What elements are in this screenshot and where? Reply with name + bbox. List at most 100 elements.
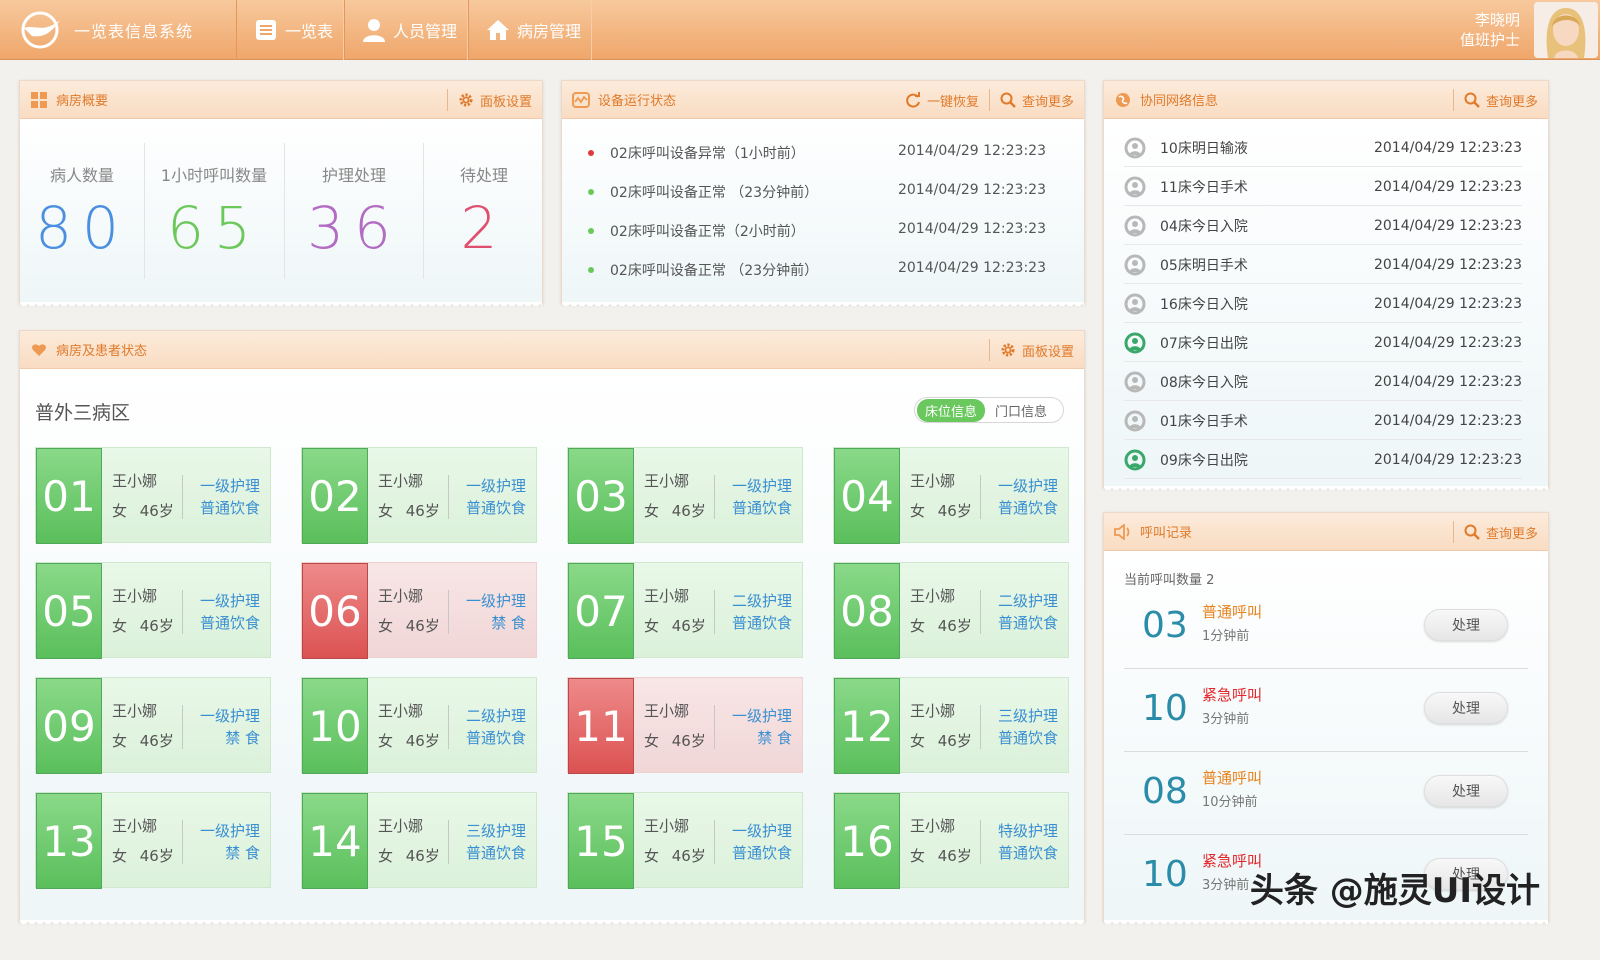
bed-card[interactable]: 04 王小娜女 46岁 一级护理 普通饮食 (833, 447, 1069, 544)
divider (714, 475, 715, 519)
device-row[interactable]: 02床呼叫设备正常 （23分钟前） 2014/04/29 12:23:23 (588, 260, 1046, 280)
device-row[interactable]: 02床呼叫设备正常 （23分钟前） 2014/04/29 12:23:23 (588, 182, 1046, 202)
stat-pending: 待处理 2 (424, 119, 544, 289)
call-type: 紧急呼叫 (1202, 686, 1263, 704)
ward-settings-button[interactable]: 面板设置 (988, 339, 1084, 361)
care-level: 一级护理 (199, 477, 260, 495)
bed-card[interactable]: 15 王小娜女 46岁 一级护理 普通饮食 (567, 792, 803, 889)
device-panel: 设备运行状态 一键恢复 查询更多 02床呼叫设备异常（1小时前） 2014/04… (561, 80, 1085, 310)
restore-button[interactable]: 一键恢复 (895, 89, 989, 111)
network-row[interactable]: 04床今日入院 2014/04/29 12:23:23 (1124, 207, 1522, 245)
diet-type: 普通饮食 (465, 844, 526, 862)
patient-info: 女 46岁 (644, 847, 706, 865)
network-text: 01床今日手术 (1160, 413, 1248, 430)
bed-card[interactable]: 06 王小娜女 46岁 一级护理禁 食 (301, 562, 537, 659)
overview-body: 病人数量 80 1小时呼叫数量 65 护理处理 36 待处理 2 (20, 119, 542, 303)
bed-card[interactable]: 16 王小娜女 46岁 特级护理 普通饮食 (833, 792, 1069, 889)
overview-settings-label: 面板设置 (479, 94, 532, 110)
network-row[interactable]: 08床今日入院 2014/04/29 12:23:23 (1124, 363, 1522, 401)
user-info[interactable]: 李晓明 值班护士 (1460, 10, 1520, 50)
bed-card[interactable]: 14 王小娜女 46岁 三级护理 普通饮食 (301, 792, 537, 889)
bed-card[interactable]: 10 王小娜女 46岁 二级护理 普通饮食 (301, 677, 537, 774)
device-row[interactable]: 02床呼叫设备正常（2小时前） 2014/04/29 12:23:23 (588, 221, 1046, 241)
patient-name: 王小娜 (910, 587, 956, 605)
stat-value: 36 (307, 194, 401, 262)
network-row[interactable]: 09床今日出院 2014/04/29 12:23:23 (1124, 441, 1522, 479)
person-icon (1124, 371, 1146, 393)
diet-type: 普通饮食 (997, 614, 1058, 632)
toggle-bed-info[interactable]: 床位信息 (917, 398, 986, 422)
call-bed-number: 10 (1142, 854, 1188, 895)
device-text: 02床呼叫设备正常（2小时前） (610, 224, 805, 240)
stat-label: 1小时呼叫数量 (160, 166, 268, 185)
device-row[interactable]: 02床呼叫设备异常（1小时前） 2014/04/29 12:23:23 (588, 143, 1046, 163)
bed-card[interactable]: 11 王小娜女 46岁 一级护理禁 食 (567, 677, 803, 774)
bed-card[interactable]: 02 王小娜女 46岁 一级护理 普通饮食 (301, 447, 537, 544)
call-type: 普通呼叫 (1202, 603, 1263, 621)
device-more-button[interactable]: 查询更多 (988, 89, 1084, 111)
overview-header: 病房概要 面板设置 (20, 81, 542, 119)
bed-card[interactable]: 03 王小娜女 46岁 一级护理 普通饮食 (567, 447, 803, 544)
divider (182, 820, 183, 864)
diet-type: 禁 食 (225, 729, 260, 747)
toggle-door-info[interactable]: 门口信息 (985, 399, 1057, 422)
network-time: 2014/04/29 12:23:23 (1373, 412, 1522, 429)
divider (448, 705, 449, 749)
network-row[interactable]: 07床今日出院 2014/04/29 12:23:23 (1124, 324, 1522, 362)
handle-button[interactable]: 处理 (1424, 775, 1508, 807)
overview-settings-button[interactable]: 面板设置 (446, 89, 542, 111)
network-time: 2014/04/29 12:23:23 (1373, 451, 1522, 468)
network-text: 11床今日手术 (1160, 179, 1248, 196)
bed-card[interactable]: 09 王小娜女 46岁 一级护理禁 食 (35, 677, 271, 774)
stat-value: 2 (460, 194, 508, 262)
overview-title: 病房概要 (56, 94, 109, 109)
network-row[interactable]: 10床明日输液 2014/04/29 12:23:23 (1124, 129, 1522, 167)
patient-info: 女 46岁 (910, 732, 972, 750)
handle-button[interactable]: 处理 (1424, 609, 1508, 641)
stat-label: 待处理 (459, 166, 508, 185)
watermark: 头条 @施灵UI设计 (1249, 871, 1540, 911)
bed-card[interactable]: 13 王小娜女 46岁 一级护理禁 食 (35, 792, 271, 889)
bed-card[interactable]: 07 王小娜女 46岁 二级护理 普通饮食 (567, 562, 803, 659)
status-dot (588, 189, 594, 195)
app-logo[interactable]: 一览表信息系统 (0, 0, 235, 60)
diet-type: 普通饮食 (199, 499, 260, 517)
avatar[interactable] (1534, 2, 1598, 58)
patient-name: 王小娜 (644, 587, 690, 605)
bed-card[interactable]: 05 王小娜女 46岁 一级护理 普通饮食 (35, 562, 271, 659)
network-row[interactable]: 05床明日手术 2014/04/29 12:23:23 (1124, 246, 1522, 284)
diet-type: 禁 食 (225, 844, 260, 862)
view-toggle[interactable]: 床位信息 门口信息 (914, 397, 1064, 423)
heart-icon (30, 341, 48, 359)
diet-type: 普通饮食 (997, 499, 1058, 517)
nav-staff[interactable]: 人员管理 (344, 0, 469, 60)
network-row[interactable]: 11床今日手术 2014/04/29 12:23:23 (1124, 168, 1522, 206)
nav-ward-label: 病房管理 (517, 22, 582, 41)
network-more-button[interactable]: 查询更多 (1452, 89, 1548, 111)
divider (714, 820, 715, 864)
call-row: 10 紧急呼叫 3分钟前 处理 (1124, 668, 1528, 752)
care-level: 一级护理 (731, 477, 792, 495)
bed-card[interactable]: 01 王小娜女 46岁 一级护理 普通饮食 (35, 447, 271, 544)
divider (980, 705, 981, 749)
network-row[interactable]: 01床今日手术 2014/04/29 12:23:23 (1124, 402, 1522, 440)
patient-name: 王小娜 (910, 817, 956, 835)
person-icon (1124, 449, 1146, 471)
nav-ward[interactable]: 病房管理 (468, 0, 593, 60)
handle-button[interactable]: 处理 (1424, 692, 1508, 724)
patient-info: 女 46岁 (910, 617, 972, 635)
divider (980, 820, 981, 864)
ward-settings-label: 面板设置 (1021, 344, 1074, 360)
calls-more-button[interactable]: 查询更多 (1452, 521, 1548, 543)
bed-card[interactable]: 12 王小娜女 46岁 三级护理 普通饮食 (833, 677, 1069, 774)
bed-number: 07 (568, 563, 634, 659)
call-row: 08 普通呼叫 10分钟前 处理 (1124, 751, 1528, 835)
network-row[interactable]: 16床今日入院 2014/04/29 12:23:23 (1124, 285, 1522, 323)
nav-overview[interactable]: 一览表 (236, 0, 345, 60)
network-text: 09床今日出院 (1160, 452, 1248, 469)
app-title: 一览表信息系统 (74, 22, 194, 41)
bed-card[interactable]: 08 王小娜女 46岁 二级护理 普通饮食 (833, 562, 1069, 659)
patient-name: 王小娜 (378, 702, 424, 720)
patient-info: 女 46岁 (112, 502, 174, 520)
bed-number: 09 (36, 678, 102, 774)
